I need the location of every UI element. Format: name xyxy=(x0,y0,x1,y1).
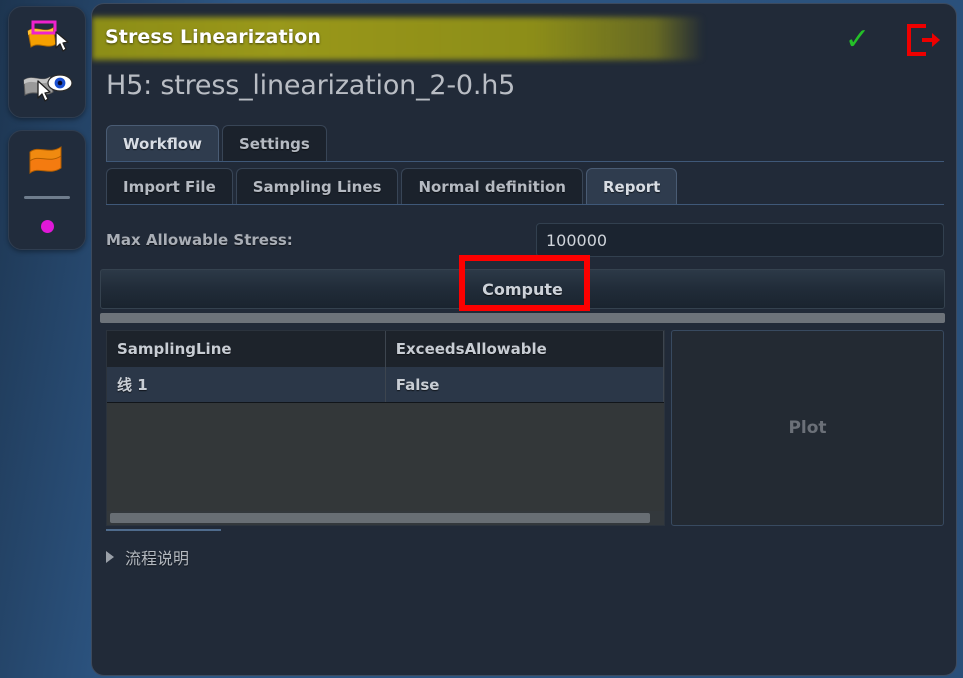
table-horizontal-scrollbar[interactable] xyxy=(107,511,664,525)
dialog-titlebar: Stress Linearization ✓ xyxy=(92,4,956,68)
h5-filename-heading: H5: stress_linearization_2-0.h5 xyxy=(106,70,516,101)
point-marker-icon xyxy=(40,219,54,233)
dialog-title: Stress Linearization xyxy=(105,26,322,48)
stress-linearization-dialog: Stress Linearization ✓ H5: stress_linear… xyxy=(91,3,957,676)
column-header-samplingline[interactable]: SamplingLine xyxy=(107,331,386,367)
tab-sampling-lines[interactable]: Sampling Lines xyxy=(235,168,399,204)
toolbar-group-selection xyxy=(8,6,86,118)
collapsed-triangle-icon xyxy=(106,551,114,563)
left-toolbar xyxy=(8,6,86,250)
secondary-tab-bar: Import File Sampling Lines Normal defini… xyxy=(106,168,944,205)
plot-panel[interactable]: Plot xyxy=(671,330,944,526)
surface-select-button[interactable] xyxy=(16,15,78,59)
progress-strip[interactable] xyxy=(100,313,945,323)
results-area: SamplingLine ExceedsAllowable 线 1 False … xyxy=(106,330,944,526)
compute-button[interactable]: Compute xyxy=(100,269,945,309)
point-marker-button[interactable] xyxy=(40,211,54,241)
results-table-panel: SamplingLine ExceedsAllowable 线 1 False xyxy=(106,330,665,526)
surface-visibility-button[interactable] xyxy=(16,65,78,109)
surface-shape-button[interactable] xyxy=(16,139,78,183)
column-header-exceedsallowable[interactable]: ExceedsAllowable xyxy=(385,331,664,367)
compute-area: Compute xyxy=(100,255,945,311)
accept-check-icon[interactable]: ✓ xyxy=(845,25,870,55)
surface-visibility-icon xyxy=(23,74,73,102)
max-allowable-stress-label: Max Allowable Stress: xyxy=(106,231,293,249)
results-table: SamplingLine ExceedsAllowable 线 1 False xyxy=(107,331,664,403)
tab-import-file[interactable]: Import File xyxy=(106,168,233,204)
max-allowable-stress-row: Max Allowable Stress: xyxy=(106,223,944,257)
exit-button[interactable] xyxy=(904,22,942,58)
workflow-description-disclosure[interactable]: 流程说明 xyxy=(106,545,956,569)
surface-shape-icon xyxy=(29,146,62,175)
max-allowable-stress-input[interactable] xyxy=(536,223,944,257)
table-header-row: SamplingLine ExceedsAllowable xyxy=(107,331,664,367)
tab-normal-definition[interactable]: Normal definition xyxy=(401,168,583,204)
section-divider xyxy=(106,529,221,531)
titlebar-actions: ✓ xyxy=(845,22,942,58)
table-row[interactable]: 线 1 False xyxy=(107,367,664,403)
table-scrollbar-thumb[interactable] xyxy=(110,513,650,523)
toolbar-group-display xyxy=(8,130,86,250)
cell-samplingline[interactable]: 线 1 xyxy=(107,367,386,403)
tab-settings[interactable]: Settings xyxy=(221,125,327,161)
toolbar-separator xyxy=(24,196,70,199)
exit-icon xyxy=(907,24,940,56)
cell-exceedsallowable[interactable]: False xyxy=(385,367,664,403)
tab-workflow[interactable]: Workflow xyxy=(106,125,219,161)
tab-report[interactable]: Report xyxy=(585,168,678,204)
table-empty-space xyxy=(107,403,664,511)
primary-tab-bar: Workflow Settings xyxy=(106,125,944,162)
surface-select-icon xyxy=(27,20,69,52)
plot-placeholder-label: Plot xyxy=(788,418,827,438)
workflow-description-label: 流程说明 xyxy=(125,549,190,568)
